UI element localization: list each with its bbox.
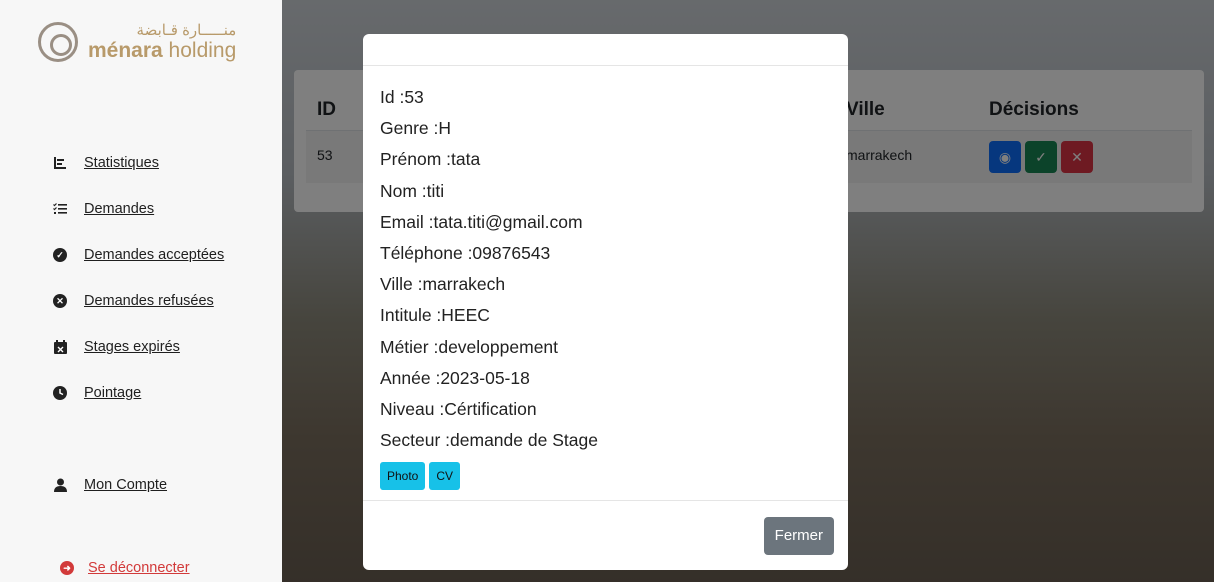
detail-secteur: Secteur :demande de Stage [380, 430, 598, 451]
detail-niveau: Niveau :Cértification [380, 398, 537, 419]
sidebar-item-demandes-refusees[interactable]: ✕ Demandes refusées [52, 278, 224, 324]
cv-button[interactable]: CV [429, 462, 461, 491]
detail-email: Email :tata.titi@gmail.com [380, 211, 583, 232]
sidebar-item-statistiques[interactable]: Statistiques [52, 140, 224, 186]
detail-telephone: Téléphone :09876543 [380, 242, 551, 263]
sidebar-item-mon-compte[interactable]: Mon Compte [52, 462, 167, 508]
x-circle-icon: ✕ [52, 293, 68, 309]
sidebar-item-demandes[interactable]: Demandes [52, 186, 224, 232]
sidebar-item-label: Stages expirés [84, 339, 180, 355]
sidebar-item-label: Demandes acceptées [84, 247, 225, 263]
detail-id: Id :53 [380, 87, 424, 107]
logout-icon: ➜ [60, 561, 74, 575]
check-circle-icon: ✓ [52, 247, 68, 263]
sidebar-item-label: Demandes refusées [84, 293, 214, 309]
sidebar-item-demandes-acceptees[interactable]: ✓ Demandes acceptées [52, 232, 224, 278]
sidebar-nav: Statistiques Demandes ✓ Demandes accepté… [52, 140, 224, 416]
request-details-modal: Id :53 Genre :H Prénom :tata Nom :titi E… [363, 34, 848, 570]
photo-button[interactable]: Photo [380, 462, 426, 491]
menara-logo: منـــــارة قـابضة ménara holding [38, 22, 236, 62]
detail-intitule: Intitule :HEEC [380, 305, 490, 326]
logo-arabic-text: منـــــارة قـابضة [136, 22, 237, 39]
bar-chart-icon [52, 155, 68, 171]
clock-icon [52, 385, 68, 401]
detail-nom: Nom :titi [380, 180, 445, 201]
modal-body: Id :53 Genre :H Prénom :tata Nom :titi E… [363, 66, 848, 491]
logo-name: ménara holding [88, 39, 237, 62]
logout-button[interactable]: ➜ Se déconnecter [60, 560, 190, 576]
calendar-x-icon [52, 339, 68, 355]
sidebar-item-pointage[interactable]: Pointage [52, 370, 224, 416]
detail-metier: Métier :developpement [380, 336, 559, 357]
modal-footer: Fermer [363, 500, 848, 570]
sidebar-item-stages-expires[interactable]: Stages expirés [52, 324, 224, 370]
logout-label: Se déconnecter [88, 560, 190, 576]
sidebar-item-label: Statistiques [84, 155, 159, 171]
detail-annee: Année :2023-05-18 [380, 367, 530, 388]
sidebar-item-label: Mon Compte [84, 477, 168, 493]
detail-genre: Genre :H [380, 118, 451, 139]
user-icon [52, 477, 68, 493]
sidebar-item-label: Pointage [84, 385, 142, 401]
sidebar-item-label: Demandes [84, 201, 155, 217]
sidebar: منـــــارة قـابضة ménara holding Statist… [0, 0, 282, 582]
detail-prenom: Prénom :tata [380, 149, 481, 170]
list-check-icon [52, 201, 68, 217]
close-button[interactable]: Fermer [763, 517, 834, 555]
detail-ville: Ville :marrakech [380, 274, 506, 295]
modal-header [363, 34, 848, 66]
logo-icon [38, 22, 78, 62]
